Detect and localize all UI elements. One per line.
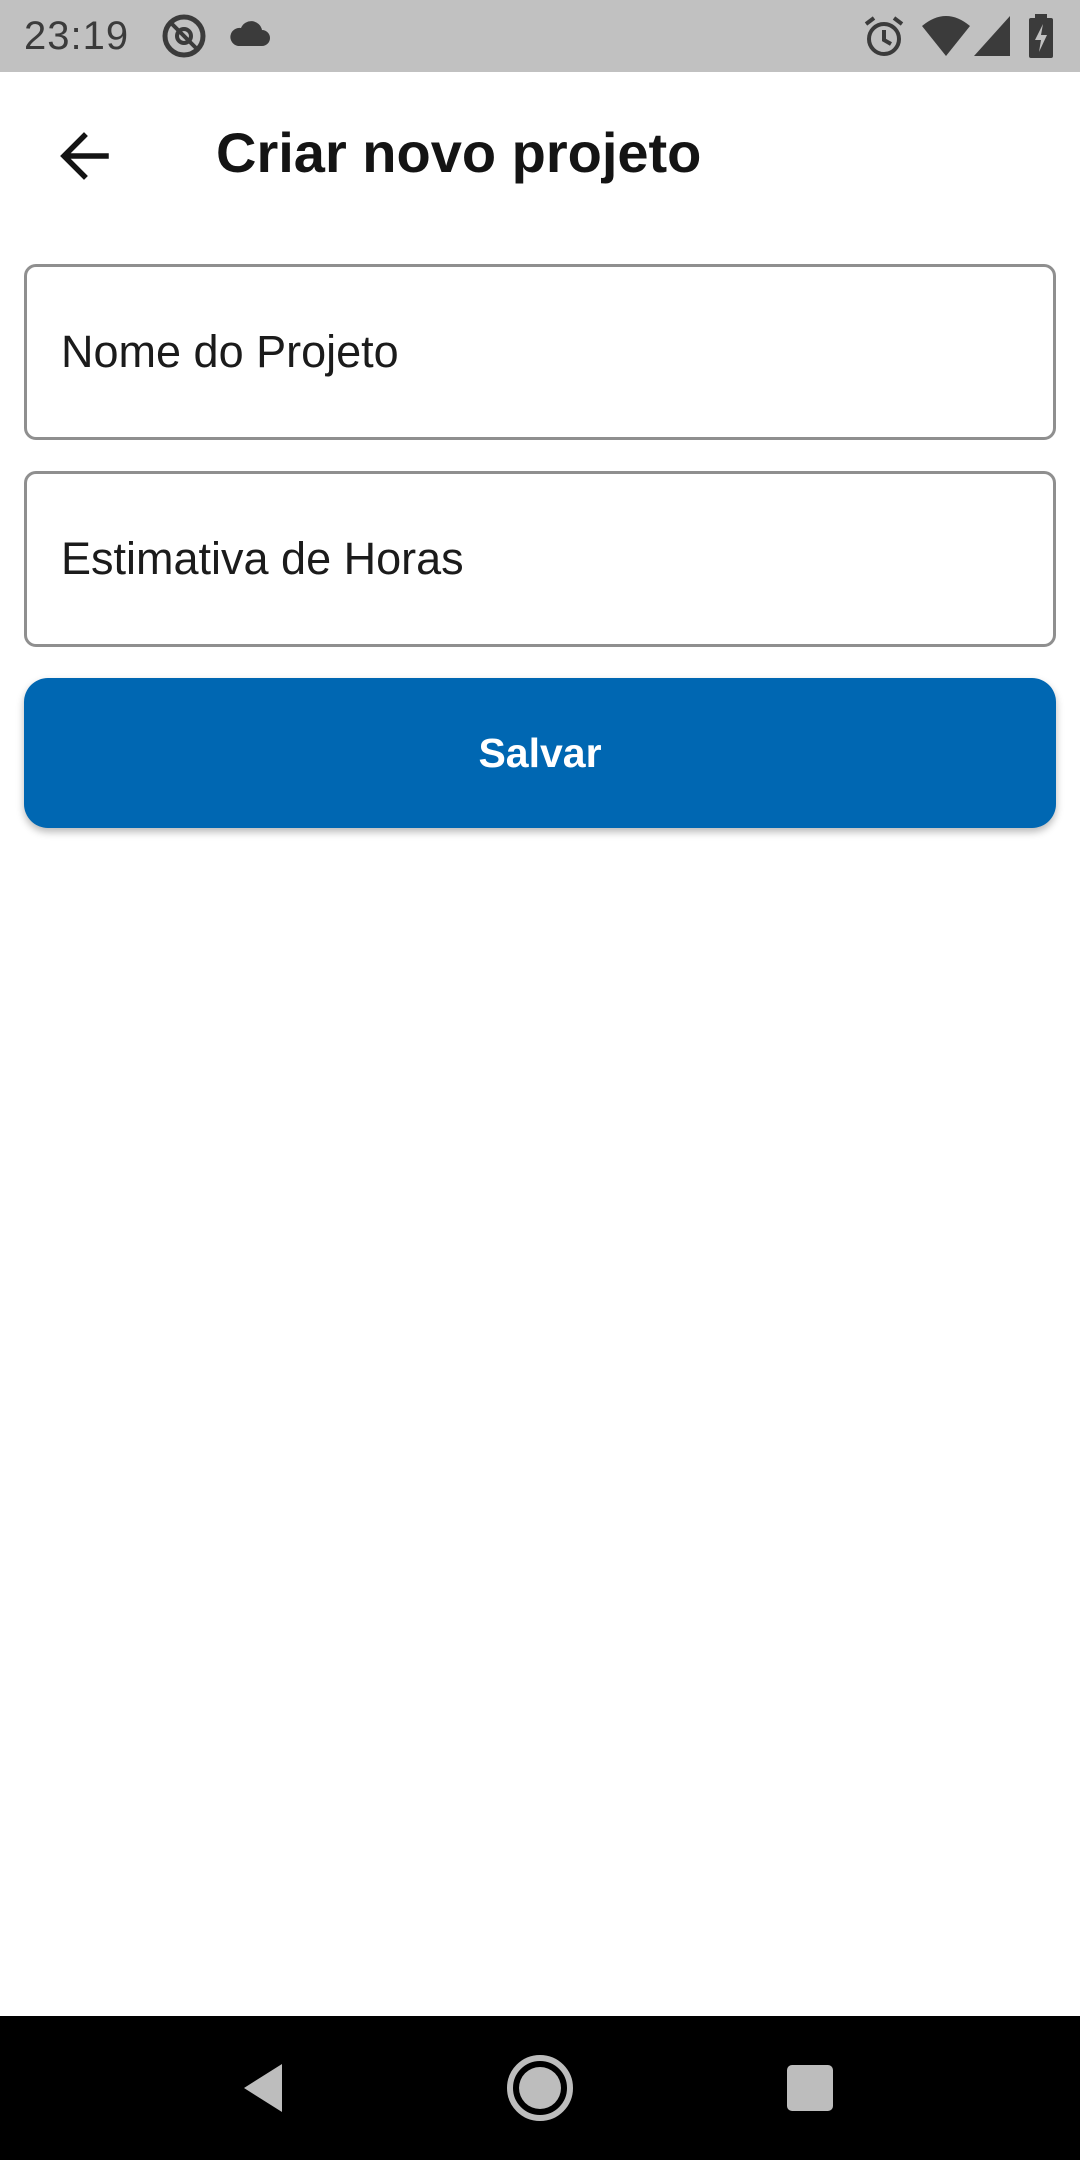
nav-recents-button[interactable]: [754, 2032, 866, 2144]
arrow-back-icon: [60, 132, 109, 180]
app-bar: Criar novo projeto: [0, 72, 1080, 242]
battery-charging-icon: [1029, 14, 1053, 58]
cell-signal-icon: [974, 16, 1010, 56]
nav-back-button[interactable]: [210, 2032, 322, 2144]
at-sign-icon: [162, 14, 206, 58]
wifi-icon: [922, 16, 970, 56]
cloud-icon: [230, 21, 270, 46]
project-name-field[interactable]: [24, 264, 1056, 440]
project-name-input[interactable]: [27, 267, 1053, 437]
alarm-icon: [864, 16, 904, 56]
hours-estimate-field[interactable]: [24, 471, 1056, 647]
status-time: 23:19: [24, 14, 130, 58]
page-title: Criar novo projeto: [216, 121, 702, 184]
nav-home-button[interactable]: [484, 2032, 596, 2144]
save-button[interactable]: Salvar: [24, 678, 1056, 828]
hours-estimate-input[interactable]: [27, 474, 1053, 644]
nav-back-icon: [244, 2064, 282, 2112]
nav-home-icon: [507, 2055, 573, 2121]
navigation-bar: [0, 2016, 1080, 2160]
back-button[interactable]: [44, 116, 124, 196]
status-bar: 23:19: [0, 0, 1080, 72]
nav-recents-icon: [787, 2065, 833, 2111]
